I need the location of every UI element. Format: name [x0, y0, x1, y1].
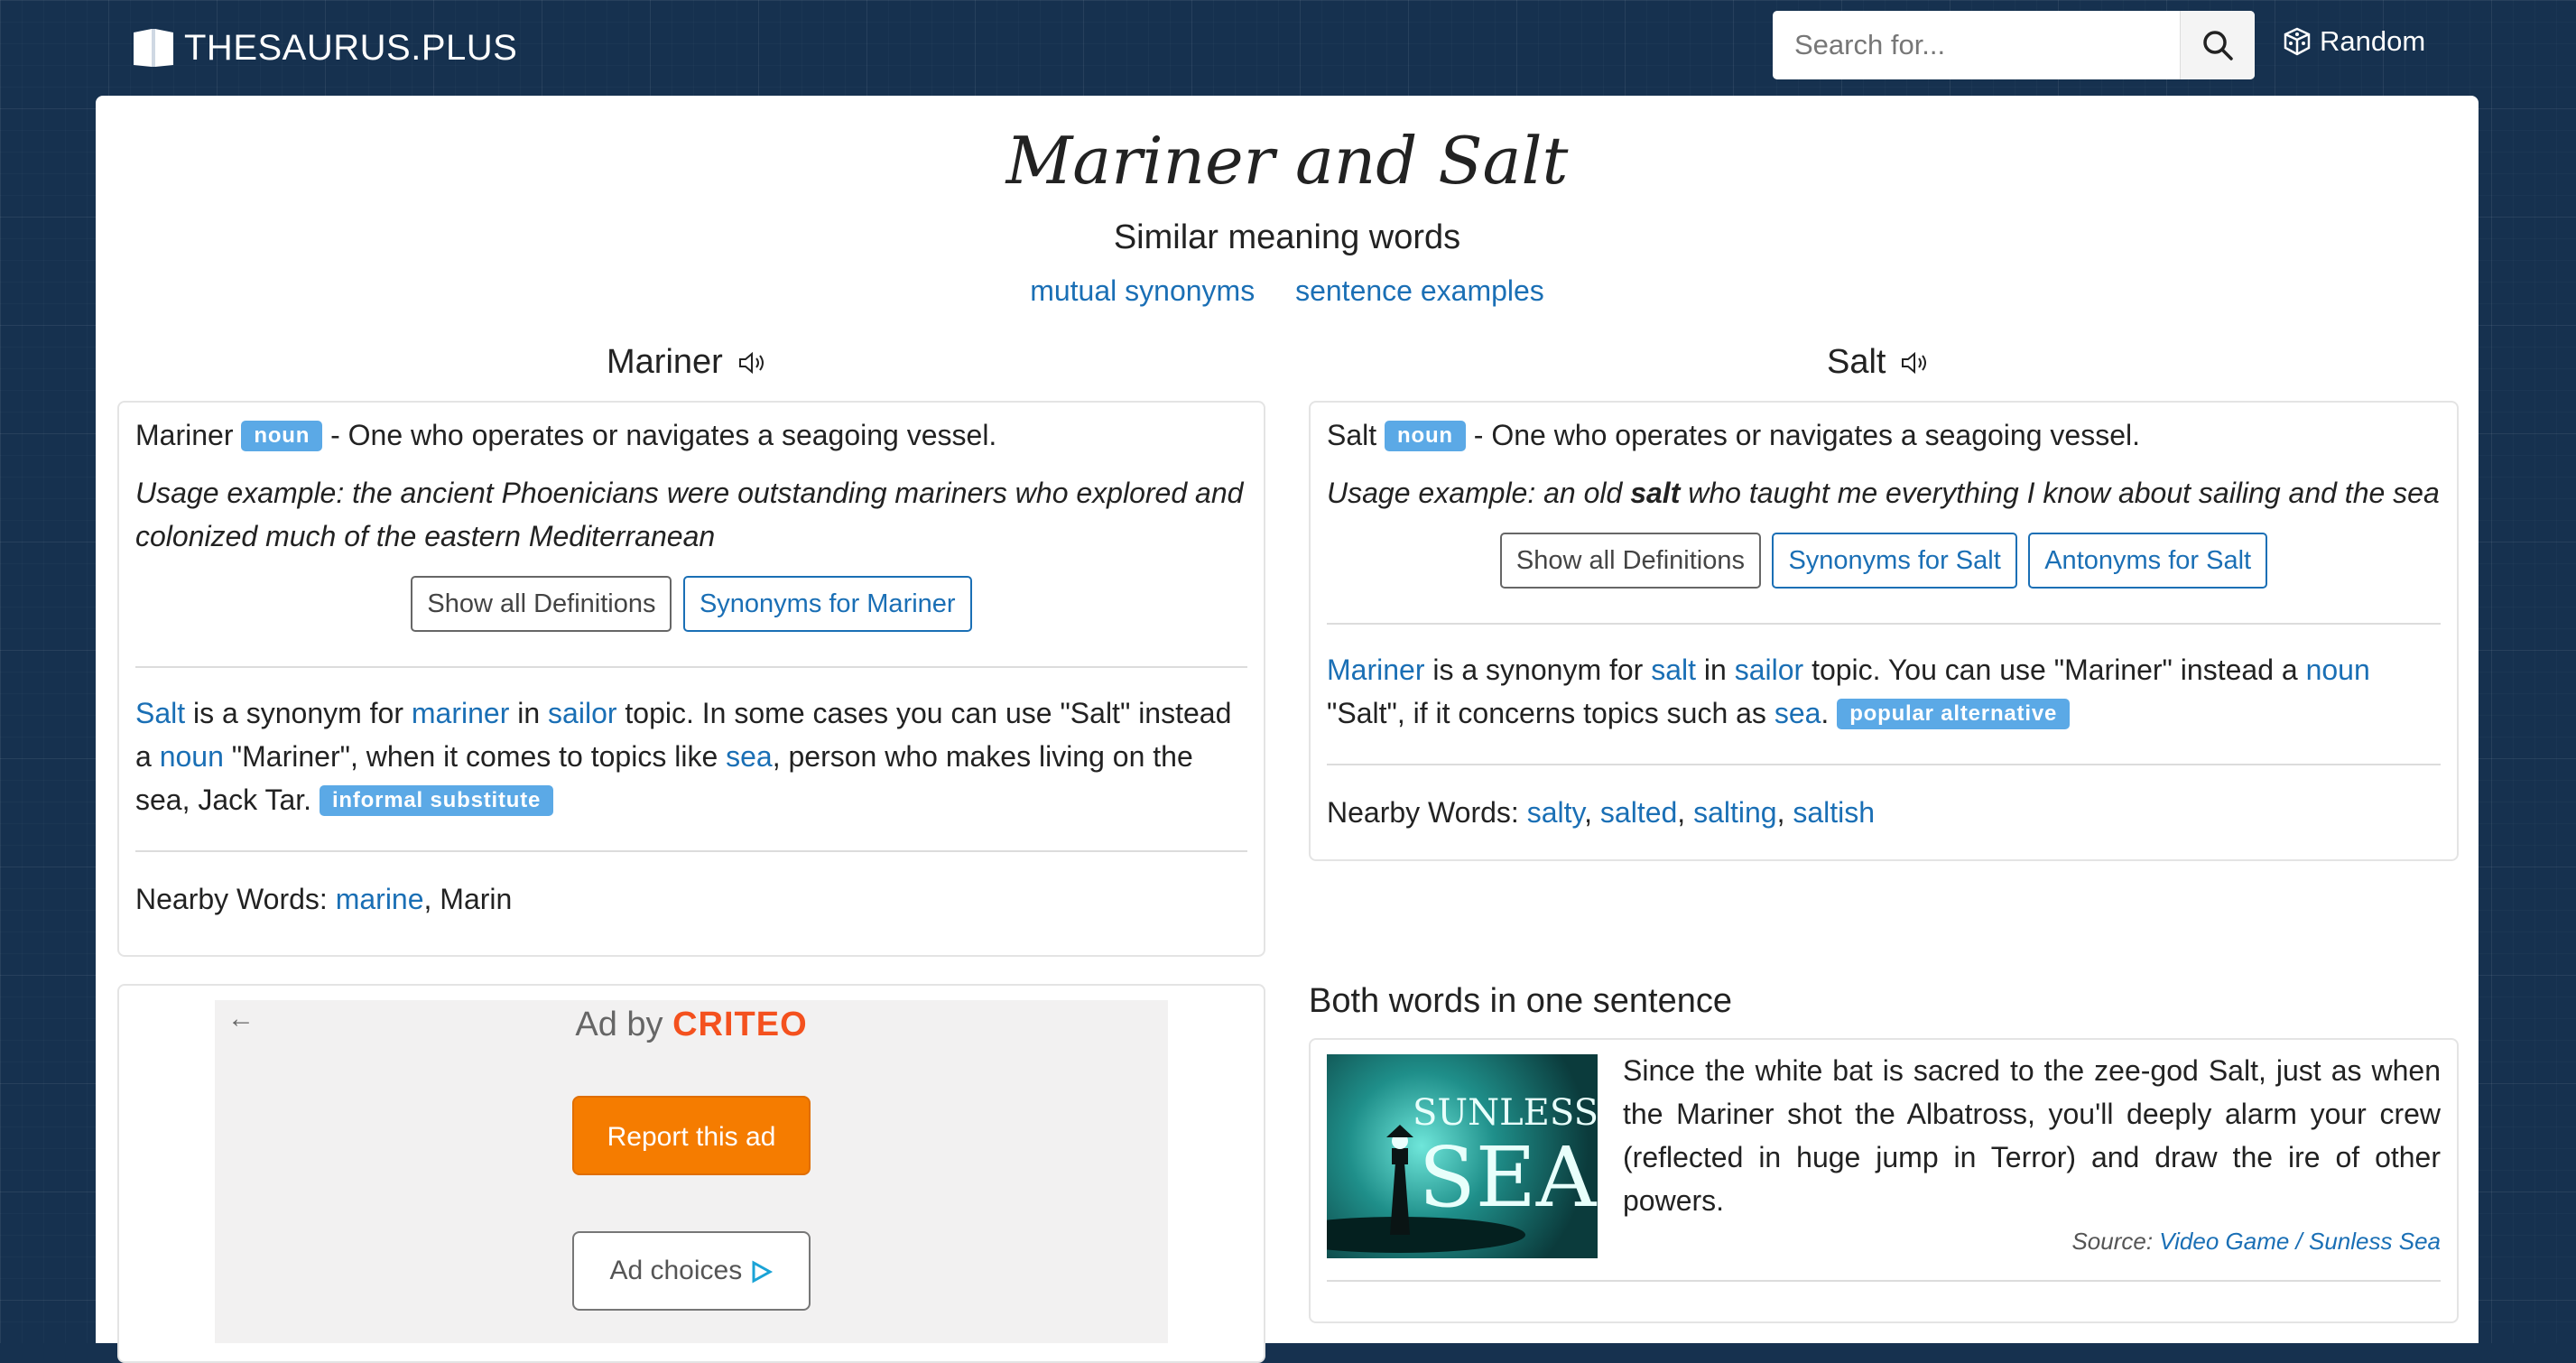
both-words-heading: Both words in one sentence [1309, 982, 1732, 1020]
ad-frame: ← Ad by CRITEO Report this ad Ad choices [215, 1000, 1168, 1343]
nearby-word-link[interactable]: salty [1527, 796, 1584, 829]
left-word-title: Mariner [607, 343, 723, 381]
definition-text: - One who operates or navigates a seagoi… [1473, 419, 2140, 451]
topic-link[interactable]: sailor [548, 697, 616, 729]
definition-word: Mariner [135, 419, 234, 451]
topic-link[interactable]: sailor [1735, 654, 1803, 686]
right-definition: Salt noun - One who operates or navigate… [1327, 413, 2441, 457]
left-button-row: Show all Definitions Synonyms for Marine… [119, 576, 1264, 632]
divider [135, 666, 1247, 668]
left-usage-example: Usage example: the ancient Phoenicians w… [135, 477, 1244, 552]
popular-alternative-badge: popular alternative [1837, 698, 2071, 729]
nearby-word-link[interactable]: salting [1693, 796, 1777, 829]
topic-link[interactable]: sea [726, 740, 773, 773]
synonyms-for-mariner-button[interactable]: Synonyms for Mariner [682, 576, 972, 632]
speaker-icon[interactable] [1900, 351, 1931, 375]
right-synonym-text: Mariner is a synonym for salt in sailor … [1327, 654, 2370, 729]
left-word-heading: Mariner [607, 343, 768, 382]
antonyms-for-salt-button[interactable]: Antonyms for Salt [2028, 533, 2268, 589]
pos-badge: noun [241, 420, 323, 451]
informal-substitute-badge: informal substitute [319, 784, 554, 816]
sunless-sea-thumbnail[interactable]: SUNLESS SEA [1327, 1054, 1598, 1258]
ad-choices-button[interactable]: Ad choices [572, 1231, 811, 1311]
pos-badge: noun [1385, 420, 1466, 451]
word-link[interactable]: mariner [412, 697, 509, 729]
synonyms-for-salt-button[interactable]: Synonyms for Salt [1772, 533, 2017, 589]
random-label: Random [2320, 25, 2426, 57]
left-nearby-words: Nearby Words: marine, Marin [135, 883, 513, 915]
sentence-source: Source: Video Game / Sunless Sea [2071, 1228, 2441, 1255]
word-link[interactable]: Mariner [1327, 654, 1424, 686]
sentence-examples-link[interactable]: sentence examples [1295, 274, 1544, 307]
report-ad-button[interactable]: Report this ad [572, 1096, 811, 1175]
mutual-synonyms-link[interactable]: mutual synonyms [1030, 274, 1255, 307]
show-all-definitions-button[interactable]: Show all Definitions [1499, 533, 1761, 589]
topic-link[interactable]: sea [1774, 697, 1821, 729]
source-link[interactable]: Video Game / Sunless Sea [2159, 1228, 2441, 1255]
left-definition: Mariner noun - One who operates or navig… [135, 413, 1247, 457]
right-word-heading: Salt [1827, 343, 1931, 382]
divider [1327, 764, 2441, 765]
random-link[interactable]: Random [2282, 25, 2425, 58]
search-icon [2203, 31, 2233, 60]
divider [1327, 623, 2441, 625]
criteo-logo[interactable]: CRITEO [672, 1006, 808, 1043]
game-title-line2: SEA [1419, 1129, 1598, 1226]
dice-icon [2284, 27, 2311, 56]
ad-choices-icon [752, 1260, 773, 1284]
left-synonym-text: Salt is a synonym for mariner in sailor … [135, 697, 1232, 816]
nearby-word-link[interactable]: saltish [1793, 796, 1875, 829]
right-definition-panel: Salt noun - One who operates or navigate… [1309, 401, 2459, 861]
logo-text: THESAURUS.PLUS [184, 27, 518, 68]
search-button[interactable] [2180, 11, 2255, 79]
site-logo[interactable]: THESAURUS.PLUS [132, 25, 517, 70]
main-card: Mariner and Salt Similar meaning words m… [96, 96, 2479, 1363]
word-link[interactable]: Salt [135, 697, 185, 729]
top-navbar: THESAURUS.PLUS Random [0, 0, 2576, 96]
word-link[interactable]: salt [1651, 654, 1696, 686]
game-title-line1: SUNLESS [1413, 1092, 1598, 1134]
ad-panel: ← Ad by CRITEO Report this ad Ad choices [117, 984, 1265, 1363]
book-icon [134, 29, 173, 67]
pos-link[interactable]: noun [2306, 654, 2370, 686]
definition-word: Salt [1327, 419, 1377, 451]
show-all-definitions-button[interactable]: Show all Definitions [411, 576, 672, 632]
nearby-word-link[interactable]: marine [336, 883, 424, 915]
nearby-word-link[interactable]: salted [1600, 796, 1677, 829]
divider [1327, 1280, 2441, 1282]
speaker-icon[interactable] [737, 351, 768, 375]
right-button-row: Show all Definitions Synonyms for Salt A… [1311, 533, 2457, 589]
section-links: mutual synonyms sentence examples [96, 274, 2479, 308]
lighthouse-image: SUNLESS SEA [1327, 1092, 1598, 1253]
search-box [1773, 11, 2255, 79]
search-input[interactable] [1793, 28, 2184, 62]
page-subtitle: Similar meaning words [1113, 218, 1461, 256]
example-sentence: Since the white bat is sacred to the zee… [1623, 1054, 2441, 1217]
right-nearby-words: Nearby Words: salty, salted, salting, sa… [1327, 796, 1876, 829]
pos-link[interactable]: noun [160, 740, 224, 773]
sentence-example-panel: SUNLESS SEA Since the white bat is sacre… [1309, 1038, 2459, 1323]
page-title: Mariner and Salt [1005, 123, 1569, 199]
divider [135, 850, 1247, 852]
ad-by-label: Ad by CRITEO [575, 1006, 808, 1043]
right-word-title: Salt [1827, 343, 1886, 381]
definition-text: - One who operates or navigates a seagoi… [330, 419, 997, 451]
right-usage-example: Usage example: an old salt who taught me… [1327, 477, 2440, 509]
left-definition-panel: Mariner noun - One who operates or navig… [117, 401, 1265, 957]
